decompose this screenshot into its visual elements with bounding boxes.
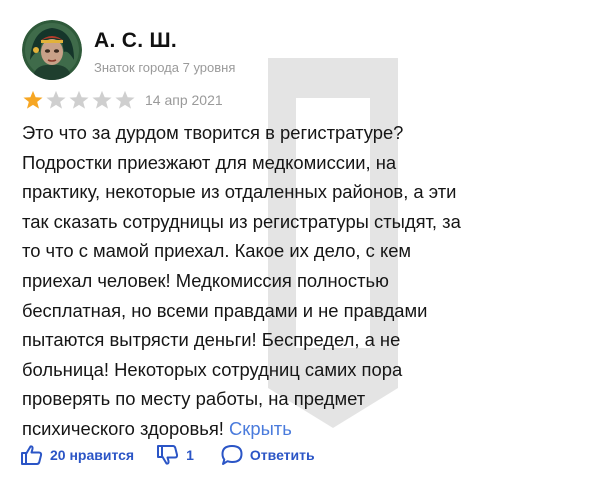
star-empty-icon <box>115 90 135 109</box>
review-line: больница! Некоторых сотрудниц самих пора <box>22 358 403 380</box>
review-line: бесплатная, но всеми правдами и не правд… <box>22 299 428 321</box>
author-level: Знаток города 7 уровня <box>94 60 236 75</box>
review-date: 14 апр 2021 <box>145 92 223 108</box>
thumbs-up-icon <box>21 445 43 465</box>
review-line: Это что за дурдом творится в регистратур… <box>22 122 404 143</box>
avatar[interactable] <box>22 20 82 80</box>
review-actions: 20 нравится 1 Ответить <box>20 444 315 466</box>
star-empty-icon <box>69 90 89 109</box>
review-line: так сказать сотрудницы из регистратуры с… <box>22 210 461 232</box>
rating-row: 14 апр 2021 <box>22 90 223 110</box>
reply-button[interactable]: Ответить <box>220 444 315 466</box>
avatar-image <box>22 20 82 80</box>
like-button[interactable]: 20 нравится <box>20 444 134 466</box>
review-line: приехал человек! Медкомиссия полностью <box>22 269 389 291</box>
reply-label: Ответить <box>249 447 315 463</box>
dislike-button[interactable]: 1 <box>156 444 194 466</box>
comment-bubble-icon <box>221 445 243 465</box>
review-last-line: психического здоровья! Скрыть <box>22 414 567 444</box>
star-empty-icon <box>92 90 112 109</box>
review-line: проверять по месту работы, на предмет <box>22 388 366 410</box>
star-filled-icon <box>23 90 43 109</box>
review-line: пытаются вытрясти деньги! Беспредел, а н… <box>22 329 401 351</box>
review-line: практику, некоторые из отдаленных районо… <box>22 181 457 203</box>
star-empty-icon <box>46 90 66 109</box>
review-line: психического здоровья! <box>22 417 224 439</box>
hide-review-link[interactable]: Скрыть <box>229 418 292 439</box>
review-line: Подростки приезжают для медкомиссии, на <box>22 151 397 173</box>
thumbs-down-icon <box>157 445 179 465</box>
review-line: то что с мамой приехал. Какое их дело, с… <box>22 240 412 262</box>
dislike-count: 1 <box>186 447 194 463</box>
like-count: 20 нравится <box>50 447 135 463</box>
review-text: Это что за дурдом творится в регистратур… <box>22 118 567 444</box>
author-name[interactable]: А. С. Ш. <box>94 29 177 53</box>
